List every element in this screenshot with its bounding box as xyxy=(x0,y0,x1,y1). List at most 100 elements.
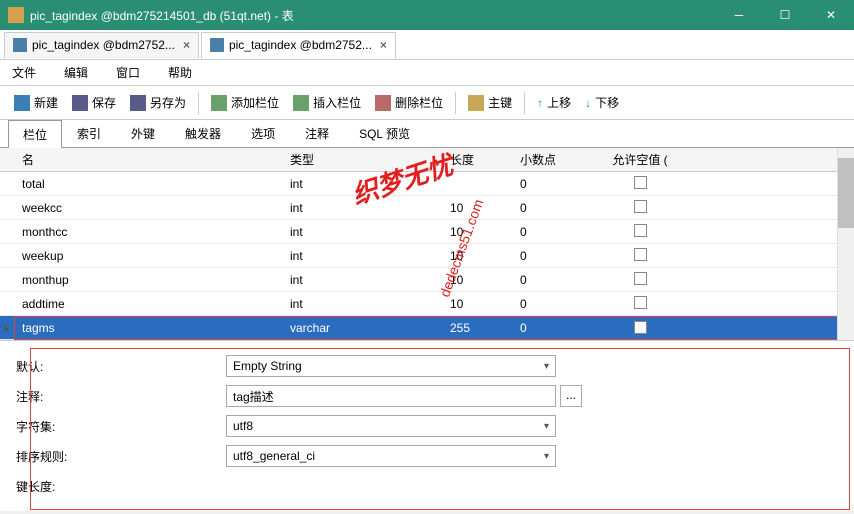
close-icon[interactable]: × xyxy=(183,38,190,52)
table-row[interactable]: weekupint100 xyxy=(0,244,854,268)
cell-length[interactable]: 10 xyxy=(450,201,520,215)
cell-length[interactable]: 10 xyxy=(450,249,520,263)
cell-name[interactable]: total xyxy=(14,177,290,191)
cell-name[interactable]: weekcc xyxy=(14,201,290,215)
menu-window[interactable]: 窗口 xyxy=(112,60,144,85)
movedown-button[interactable]: ↓下移 xyxy=(579,90,625,116)
tab-sqlpreview[interactable]: SQL 预览 xyxy=(344,119,425,147)
toolbar: 新建 保存 另存为 添加栏位 插入栏位 删除栏位 主键 ↑上移 ↓下移 xyxy=(0,86,854,120)
window-title: pic_tagindex @bdm275214501_db (51qt.net)… xyxy=(30,7,716,24)
table-row[interactable]: monthupint100 xyxy=(0,268,854,292)
header-decimals[interactable]: 小数点 xyxy=(520,151,600,168)
table-row[interactable]: addtimeint100 xyxy=(0,292,854,316)
vertical-scrollbar[interactable] xyxy=(837,148,854,340)
nullable-checkbox[interactable] xyxy=(634,296,647,309)
chevron-down-icon: ▾ xyxy=(544,451,549,462)
cell-type[interactable]: int xyxy=(290,201,450,215)
saveas-icon xyxy=(130,95,146,111)
cell-decimals[interactable]: 0 xyxy=(520,297,600,311)
cell-decimals[interactable]: 0 xyxy=(520,249,600,263)
moveup-button[interactable]: ↑上移 xyxy=(531,90,577,116)
tab-triggers[interactable]: 触发器 xyxy=(170,119,236,147)
cell-name[interactable]: monthcc xyxy=(14,225,290,239)
cell-decimals[interactable]: 0 xyxy=(520,201,600,215)
nullable-checkbox[interactable] xyxy=(634,200,647,213)
cell-decimals[interactable]: 0 xyxy=(520,225,600,239)
header-type[interactable]: 类型 xyxy=(290,151,450,168)
insertcol-button[interactable]: 插入栏位 xyxy=(287,90,367,116)
menu-file[interactable]: 文件 xyxy=(8,60,40,85)
cell-length[interactable]: 10 xyxy=(450,225,520,239)
tab-label: pic_tagindex @bdm2752... xyxy=(229,38,372,52)
arrow-down-icon: ↓ xyxy=(585,96,591,110)
chevron-down-icon: ▾ xyxy=(544,421,549,432)
charset-select[interactable]: utf8▾ xyxy=(226,415,556,437)
comment-label: 注释: xyxy=(16,388,226,405)
tab-comment[interactable]: 注释 xyxy=(290,119,344,147)
nullable-checkbox[interactable] xyxy=(634,224,647,237)
tab-indexes[interactable]: 索引 xyxy=(62,119,116,147)
cell-name[interactable]: weekup xyxy=(14,249,290,263)
designer-tabs: 栏位 索引 外键 触发器 选项 注释 SQL 预览 xyxy=(0,120,854,148)
minimize-button[interactable]: ─ xyxy=(716,0,762,30)
tab-1[interactable]: pic_tagindex @bdm2752... × xyxy=(4,32,199,58)
default-select[interactable]: Empty String▾ xyxy=(226,355,556,377)
insert-field-icon xyxy=(293,95,309,111)
key-icon xyxy=(468,95,484,111)
cell-length[interactable]: 10 xyxy=(450,297,520,311)
header-name[interactable]: 名 xyxy=(14,151,290,168)
tab-2[interactable]: pic_tagindex @bdm2752... × xyxy=(201,32,396,58)
chevron-down-icon: ▾ xyxy=(544,361,549,372)
cell-decimals[interactable]: 0 xyxy=(520,177,600,191)
cell-decimals[interactable]: 0 xyxy=(520,273,600,287)
nullable-checkbox[interactable] xyxy=(634,176,647,189)
keylen-label: 键长度: xyxy=(16,478,226,495)
arrow-up-icon: ↑ xyxy=(537,96,543,110)
menu-help[interactable]: 帮助 xyxy=(164,60,196,85)
nullable-checkbox[interactable] xyxy=(634,248,647,261)
table-icon xyxy=(210,38,224,52)
table-row[interactable]: monthccint100 xyxy=(0,220,854,244)
cell-type[interactable]: int xyxy=(290,225,450,239)
header-length[interactable]: 长度 xyxy=(450,151,520,168)
new-button[interactable]: 新建 xyxy=(8,90,64,116)
table-row[interactable]: ▸tagmsvarchar2550✔ xyxy=(0,316,854,340)
table-row[interactable]: weekccint100 xyxy=(0,196,854,220)
document-tabs: pic_tagindex @bdm2752... × pic_tagindex … xyxy=(0,30,854,60)
comment-input[interactable]: tag描述 xyxy=(226,385,556,407)
table-row[interactable]: totalint 0 xyxy=(0,172,854,196)
cell-name[interactable]: monthup xyxy=(14,273,290,287)
close-button[interactable]: ✕ xyxy=(808,0,854,30)
delcol-button[interactable]: 删除栏位 xyxy=(369,90,449,116)
cell-name[interactable]: addtime xyxy=(14,297,290,311)
cell-name[interactable]: tagms xyxy=(14,321,290,335)
pkey-button[interactable]: 主键 xyxy=(462,90,518,116)
cell-length[interactable]: 255 xyxy=(450,321,520,335)
save-button[interactable]: 保存 xyxy=(66,90,122,116)
header-nullable[interactable]: 允许空值 ( xyxy=(600,151,680,168)
nullable-checkbox[interactable]: ✔ xyxy=(634,321,647,334)
comment-ellipsis-button[interactable]: ... xyxy=(560,385,582,407)
default-label: 默认: xyxy=(16,358,226,375)
cell-type[interactable]: int xyxy=(290,249,450,263)
cell-type[interactable]: int xyxy=(290,297,450,311)
add-field-icon xyxy=(211,95,227,111)
tab-foreignkeys[interactable]: 外键 xyxy=(116,119,170,147)
cell-type[interactable]: int xyxy=(290,177,450,191)
nullable-checkbox[interactable] xyxy=(634,272,647,285)
saveas-button[interactable]: 另存为 xyxy=(124,90,192,116)
cell-decimals[interactable]: 0 xyxy=(520,321,600,335)
charset-label: 字符集: xyxy=(16,418,226,435)
addcol-button[interactable]: 添加栏位 xyxy=(205,90,285,116)
tab-options[interactable]: 选项 xyxy=(236,119,290,147)
cell-type[interactable]: int xyxy=(290,273,450,287)
close-icon[interactable]: × xyxy=(380,38,387,52)
tab-columns[interactable]: 栏位 xyxy=(8,120,62,148)
cell-type[interactable]: varchar xyxy=(290,321,450,335)
menu-edit[interactable]: 编辑 xyxy=(60,60,92,85)
cell-length[interactable]: 10 xyxy=(450,273,520,287)
table-icon xyxy=(13,38,27,52)
collate-select[interactable]: utf8_general_ci▾ xyxy=(226,445,556,467)
save-icon xyxy=(72,95,88,111)
maximize-button[interactable]: ☐ xyxy=(762,0,808,30)
